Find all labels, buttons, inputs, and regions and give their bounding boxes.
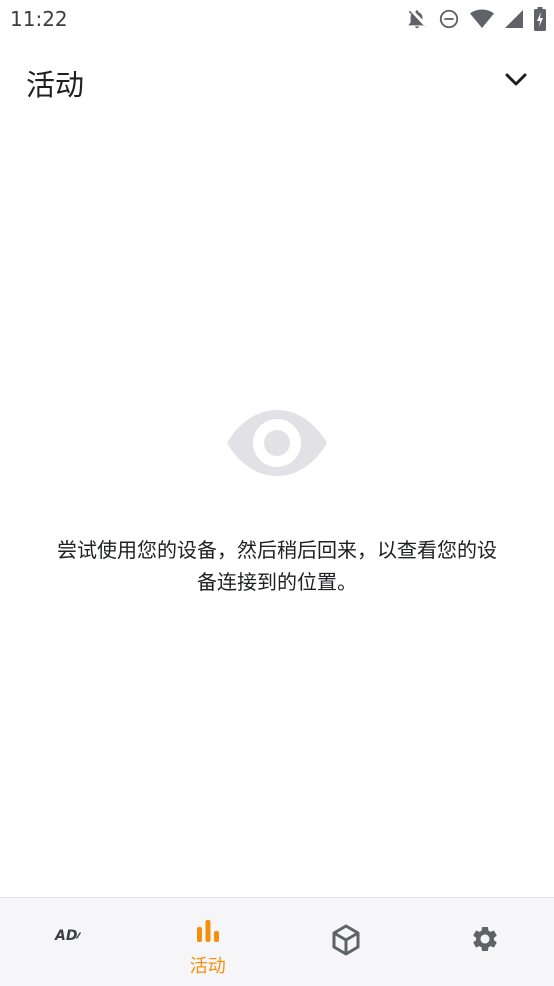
nav-label-activity: 活动 [139, 952, 278, 978]
wifi-icon [470, 8, 494, 30]
nav-item-packages[interactable] [277, 898, 416, 986]
nav-item-adblock[interactable]: AD [0, 898, 139, 986]
cube-icon [331, 924, 361, 956]
eye-icon [227, 408, 327, 478]
do-not-disturb-icon [438, 8, 460, 30]
svg-text:AD: AD [54, 928, 77, 944]
battery-charging-icon [534, 7, 546, 31]
cellular-icon [504, 9, 524, 29]
bar-chart-icon [195, 918, 221, 942]
nav-item-activity[interactable]: 活动 [139, 898, 278, 986]
gear-icon [470, 924, 500, 954]
status-icons [406, 6, 546, 32]
bottom-navigation: AD 活动 [0, 897, 554, 986]
nav-item-settings[interactable] [416, 898, 554, 986]
adblock-icon: AD [54, 924, 84, 946]
app-bar: 活动 [0, 52, 554, 108]
page-title: 活动 [26, 62, 84, 104]
status-bar: 11:22 [0, 0, 554, 38]
status-time: 11:22 [10, 7, 68, 31]
empty-state-message: 尝试使用您的设备，然后稍后回来，以查看您的设备连接到的位置。 [52, 534, 502, 598]
notifications-off-icon [406, 8, 428, 30]
chevron-down-icon[interactable] [502, 66, 530, 94]
